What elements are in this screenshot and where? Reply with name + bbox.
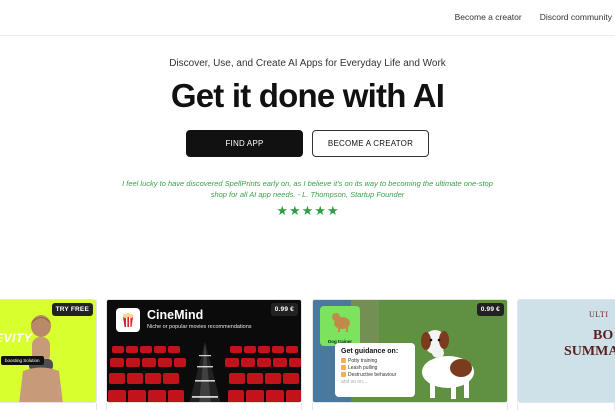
- card-footer: [0, 403, 97, 410]
- hero-headline: Get it done with AI: [170, 77, 445, 114]
- popcorn-icon: [116, 308, 140, 332]
- hero-section: Discover, Use, and Create AI Apps for Ev…: [0, 36, 615, 217]
- star-icon: ★: [276, 203, 289, 218]
- app-cards: EVITY boosting Solution TRY FREE: [0, 299, 615, 410]
- guidance-item: Destructive behaviour: [341, 372, 409, 379]
- app-card-longevity[interactable]: EVITY boosting Solution TRY FREE: [0, 299, 97, 403]
- try-free-badge: TRY FREE: [51, 303, 93, 316]
- become-a-creator-button[interactable]: BECOME A CREATOR: [312, 130, 429, 157]
- top-bar: Become a creator Discord community: [0, 0, 615, 36]
- top-nav: Become a creator Discord community: [455, 12, 612, 22]
- price-badge: 0.99 €: [270, 303, 298, 316]
- dog-trainer-chip: Dog trainer: [320, 306, 360, 346]
- app-description: Niche or popular movies recommendations: [147, 324, 252, 330]
- app-card-dog-trainer[interactable]: Dog trainer Get guidance on: Potty train…: [312, 299, 508, 403]
- price-badge: 0.99 €: [476, 303, 504, 316]
- find-app-button[interactable]: FIND APP: [186, 130, 303, 157]
- app-card-cinemind[interactable]: CineMind Niche or popular movies recomme…: [106, 299, 302, 403]
- card-footer: [312, 403, 508, 410]
- summary-title-line-3: SUMMA: [564, 344, 615, 359]
- guidance-panel: Get guidance on: Potty training Leash pu…: [335, 343, 415, 397]
- become-a-creator-link[interactable]: Become a creator: [455, 12, 522, 22]
- star-icon: ★: [289, 203, 301, 218]
- hero-subtitle: Discover, Use, and Create AI Apps for Ev…: [169, 58, 446, 69]
- promo-word: EVITY: [0, 331, 33, 345]
- guidance-item: Leash pulling: [341, 365, 409, 372]
- guidance-item: Potty training: [341, 358, 409, 365]
- star-icon: ★: [326, 203, 339, 218]
- cta-row: FIND APP BECOME A CREATOR: [0, 130, 615, 157]
- paw-icon: [341, 365, 346, 370]
- guidance-item-more: and so on...: [341, 379, 368, 385]
- paw-icon: [341, 372, 346, 377]
- app-card-summary[interactable]: ULTI BO SUMMA: [517, 299, 615, 403]
- summary-title-line-1: ULTI: [589, 310, 609, 319]
- card-footer: [517, 403, 615, 410]
- guidance-title: Get guidance on:: [341, 348, 399, 355]
- star-icon: ★: [301, 203, 314, 218]
- rating-stars: ★ ★ ★ ★ ★: [0, 204, 615, 217]
- star-icon: ★: [314, 203, 326, 218]
- card-footer: [106, 403, 302, 410]
- promo-tag: boosting Solution: [1, 356, 44, 365]
- paw-icon: [341, 358, 346, 363]
- discord-community-link[interactable]: Discord community: [540, 12, 612, 22]
- summary-title-line-2: BO: [593, 328, 614, 343]
- testimonial-quote: I feel lucky to have discovered SpellPri…: [122, 179, 493, 199]
- app-title: CineMind: [147, 308, 204, 322]
